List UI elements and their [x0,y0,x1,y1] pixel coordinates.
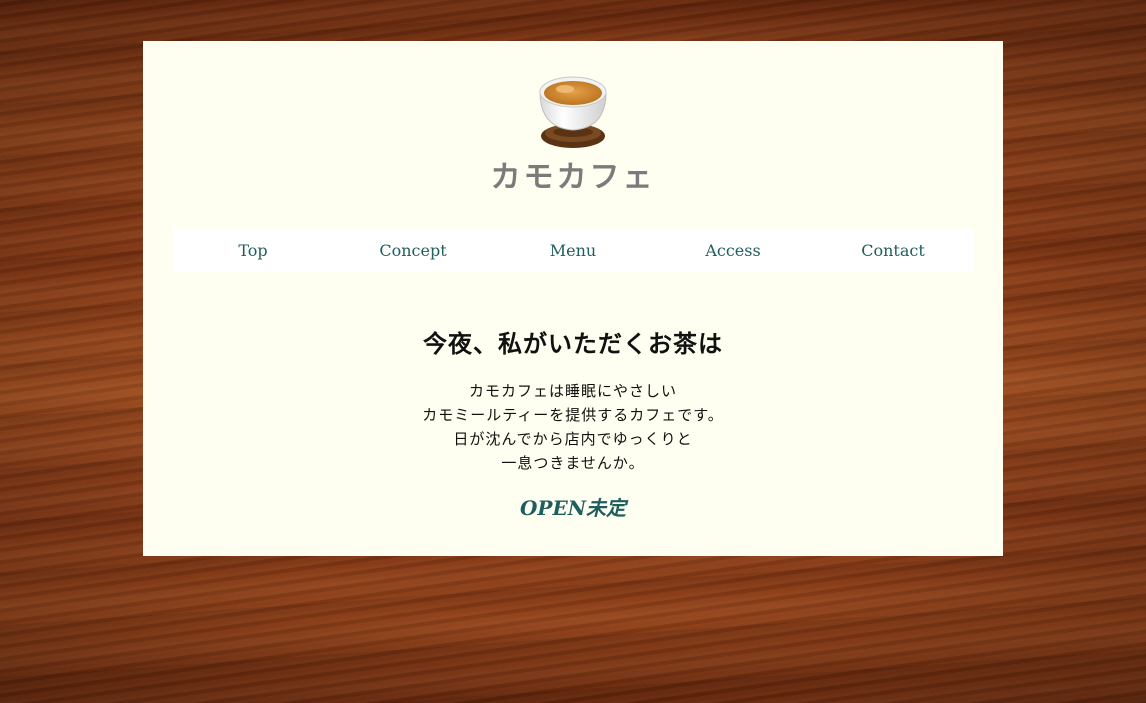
description-line: カモカフェは睡眠にやさしい [468,382,677,400]
description-line: 一息つきませんか。 [501,454,645,472]
nav-item-menu[interactable]: Menu [493,229,653,272]
teacup-icon [539,76,607,148]
main-headline: 今夜、私がいただくお茶は [423,329,723,358]
nav-item-access[interactable]: Access [653,229,813,272]
open-status: OPEN未定 [520,496,626,520]
description-line: カモミールティーを提供するカフェです。 [422,406,724,424]
nav-item-top[interactable]: Top [173,229,333,272]
main-nav: Top Concept Menu Access Contact [173,229,973,272]
description: カモカフェは睡眠にやさしい カモミールティーを提供するカフェです。 日が沈んでか… [0,379,1146,475]
nav-item-concept[interactable]: Concept [333,229,493,272]
nav-item-contact[interactable]: Contact [813,229,973,272]
site-title: カモカフェ [490,160,656,195]
description-line: 日が沈んでから店内でゆっくりと [453,430,693,448]
